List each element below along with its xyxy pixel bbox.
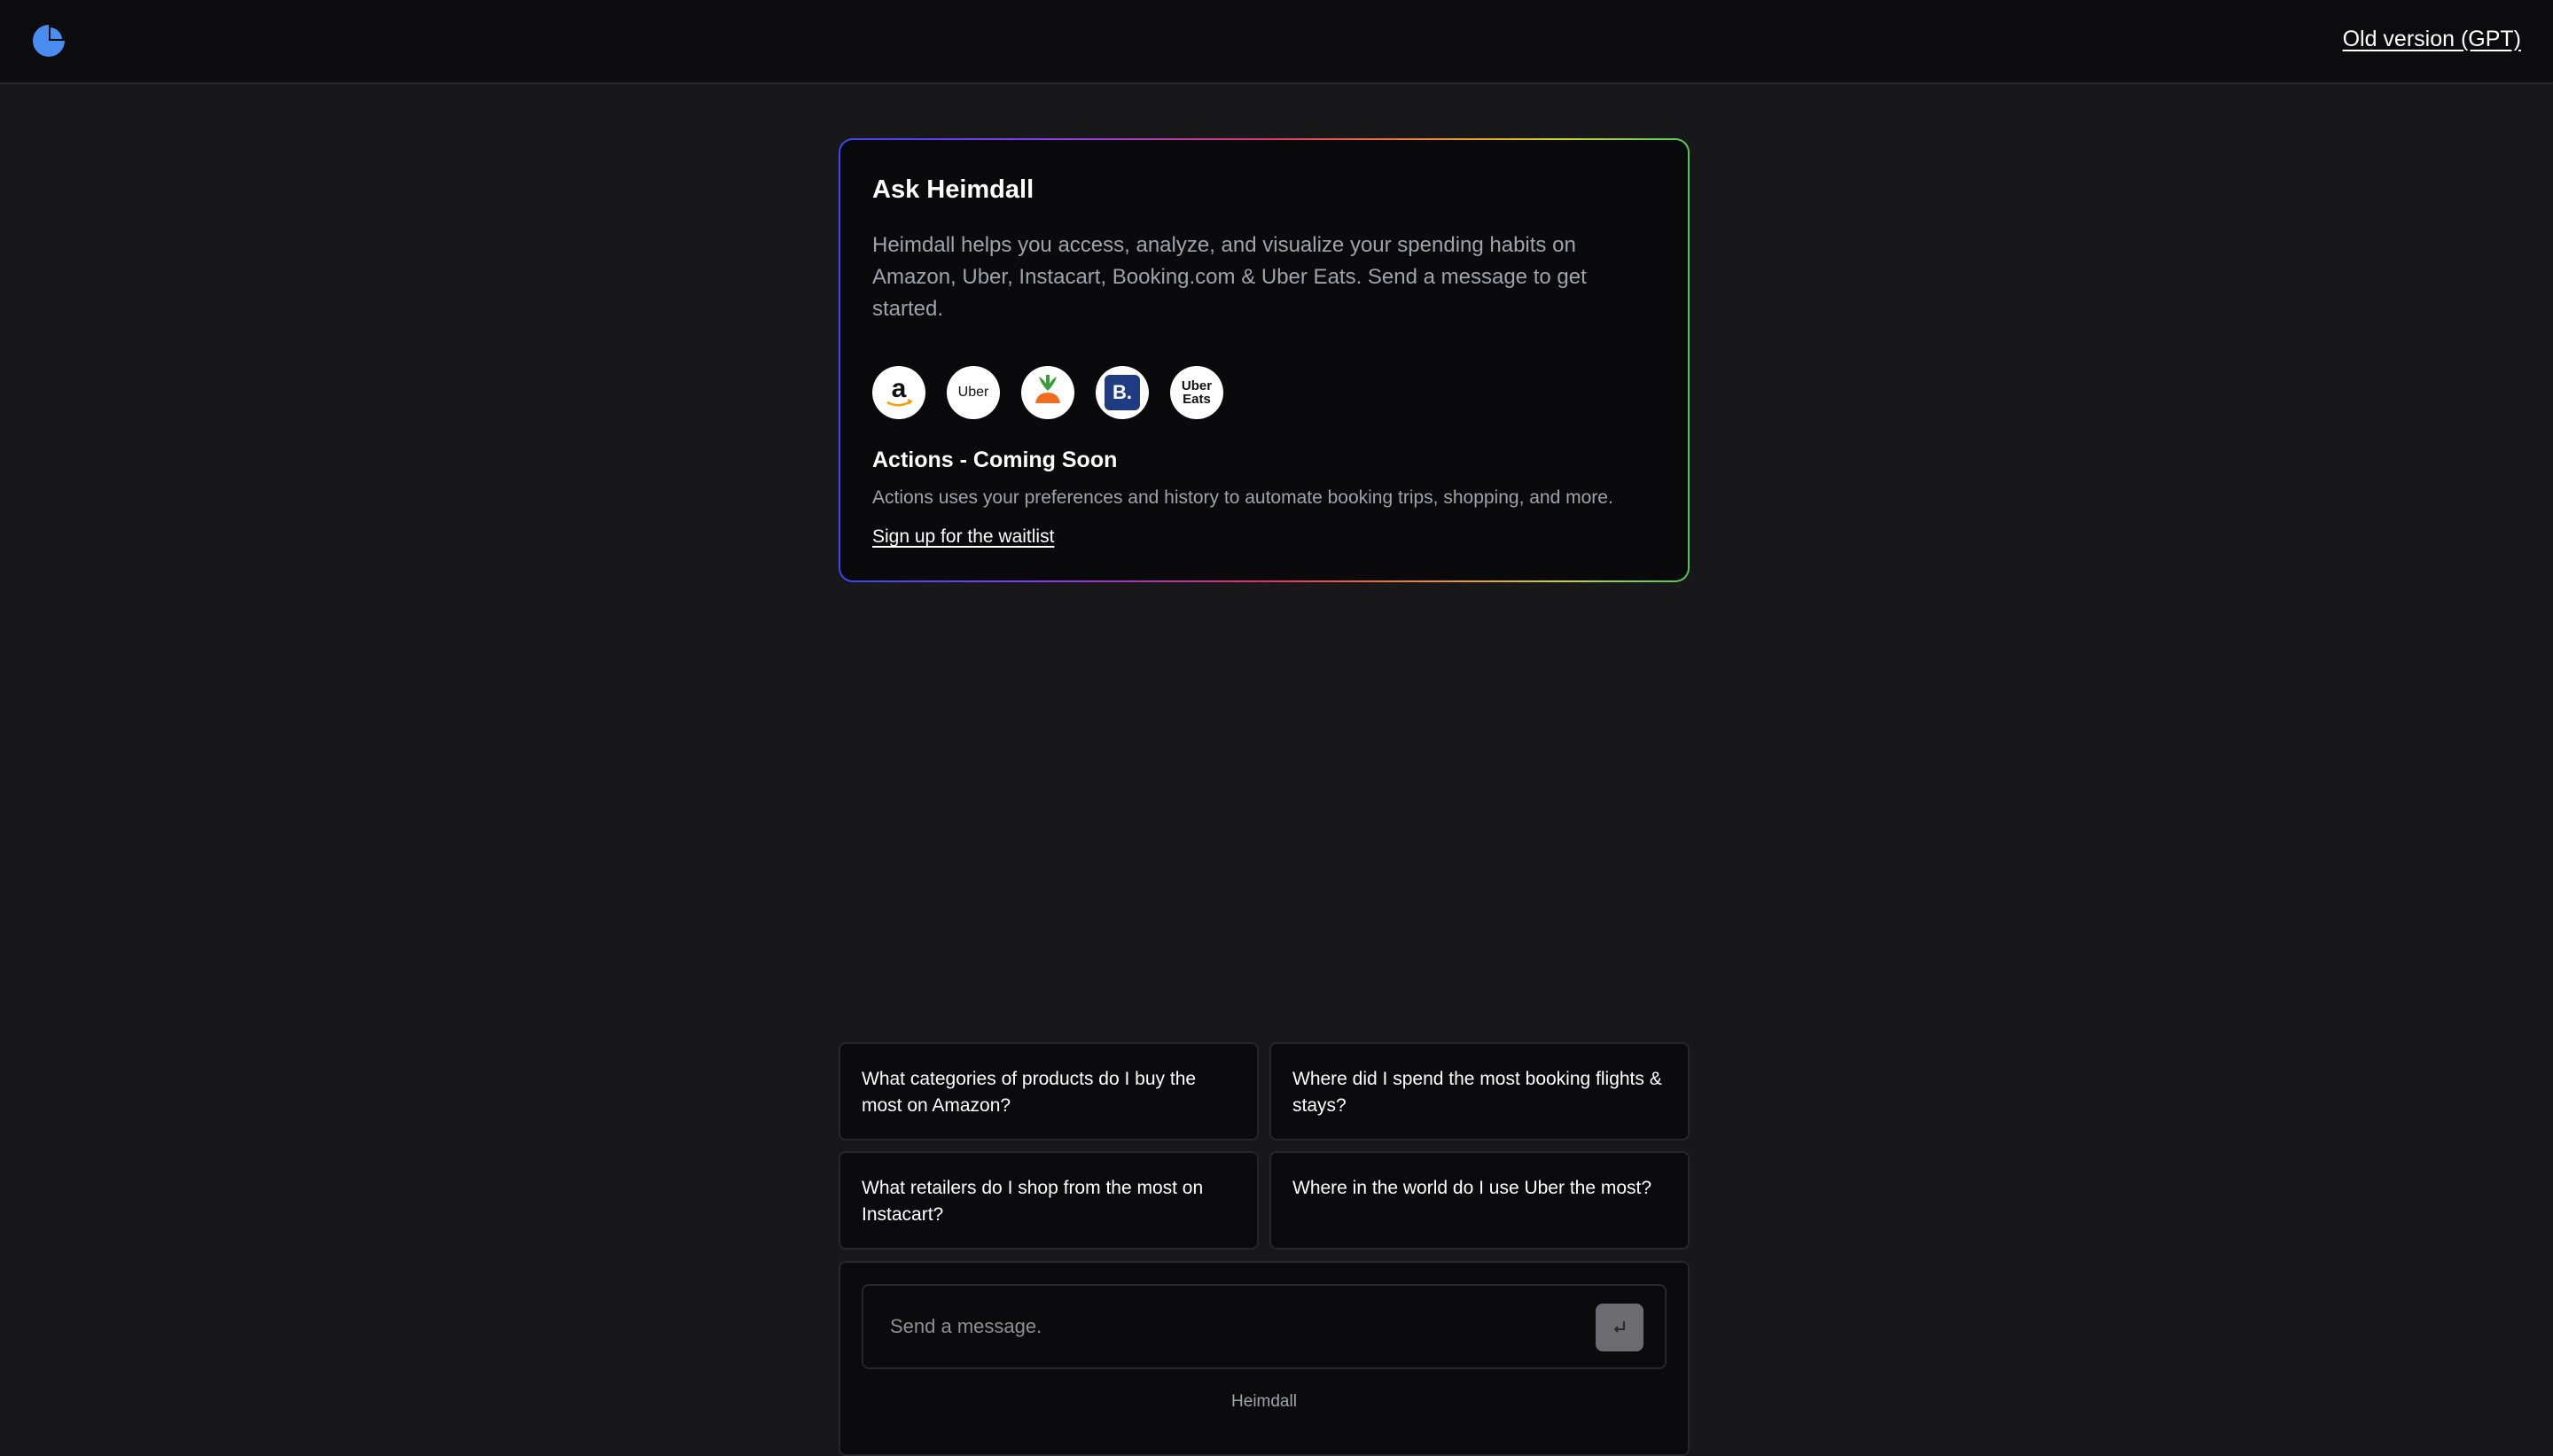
suggestion-booking-spend[interactable]: Where did I spend the most booking fligh… [1269,1042,1690,1141]
uber-eats-line2: Eats [1183,392,1211,407]
pie-chart-logo-icon[interactable] [31,23,66,58]
suggestion-amazon-categories[interactable]: What categories of products do I buy the… [839,1042,1259,1141]
message-input[interactable] [890,1311,1581,1343]
old-version-link[interactable]: Old version (GPT) [2343,27,2521,52]
intro-card: Ask Heimdall Heimdall helps you access, … [840,140,1688,580]
actions-description: Actions uses your preferences and histor… [872,487,1613,508]
actions-title: Actions - Coming Soon [872,448,1118,472]
send-button[interactable] [1596,1304,1643,1351]
uber-eats-line1: Uber [1181,378,1213,393]
enter-return-icon [1613,1321,1625,1333]
intro-card-border: Ask Heimdall Heimdall helps you access, … [839,138,1690,582]
message-input-box [862,1284,1667,1369]
amazon-logo-letter: a [892,374,907,403]
booking-logo-icon: B. [1096,366,1149,419]
amazon-logo-icon: a [872,366,925,419]
uber-eats-logo-icon: Uber Eats [1170,366,1223,419]
top-bar: Old version (GPT) [0,0,2553,84]
suggestion-grid: What categories of products do I buy the… [839,1042,1690,1250]
waitlist-link[interactable]: Sign up for the waitlist [872,526,1054,548]
uber-logo-text: Uber [957,385,989,400]
message-composer: Heimdall [839,1261,1690,1456]
booking-logo-mark: B. [1105,375,1140,410]
footer-brand-label: Heimdall [1231,1392,1297,1411]
intro-title: Ask Heimdall [872,175,1034,204]
instacart-logo-icon [1021,366,1074,419]
suggestion-uber-locations[interactable]: Where in the world do I use Uber the mos… [1269,1151,1690,1250]
brand-logos: a Uber B. Uber Eats [872,366,1656,419]
suggestion-instacart-retailers[interactable]: What retailers do I shop from the most o… [839,1151,1259,1250]
intro-description: Heimdall helps you access, analyze, and … [872,233,1587,321]
uber-logo-icon: Uber [947,366,1000,419]
